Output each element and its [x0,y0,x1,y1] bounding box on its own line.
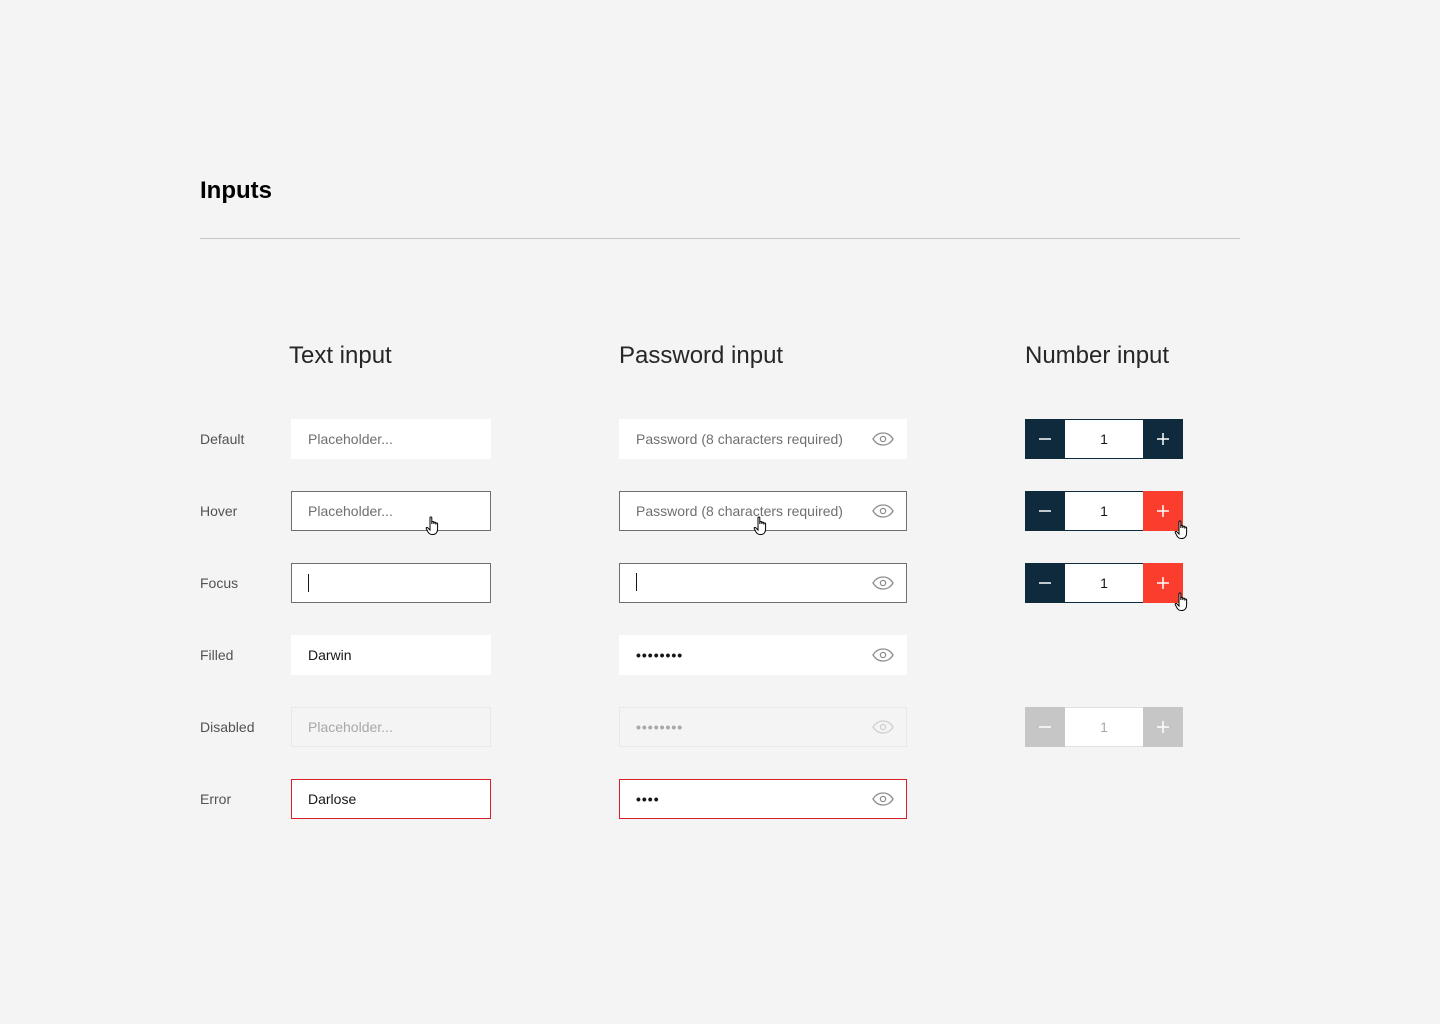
text-input-disabled: Placeholder... [291,707,491,747]
increment-button [1143,707,1183,747]
decrement-button [1025,707,1065,747]
row-label-disabled: Disabled [200,719,255,735]
eye-icon[interactable] [872,788,894,810]
title-divider [200,238,1240,239]
plus-icon [1157,577,1169,589]
number-input-value[interactable]: 1 [1065,563,1143,603]
text-input-filled[interactable]: Darwin [291,635,491,675]
password-input-masked-value: •••• [636,791,660,807]
row-label-error: Error [200,791,232,807]
text-input-hover[interactable]: Placeholder... [291,491,491,531]
minus-icon [1039,582,1051,584]
decrement-button[interactable] [1025,563,1065,603]
password-input-placeholder: Password (8 characters required) [636,431,843,447]
number-input-hover: 1 [1025,491,1183,531]
eye-icon[interactable] [872,644,894,666]
row-label-default: Default [200,431,245,447]
password-input-disabled: •••••••• [619,707,907,747]
eye-icon[interactable] [872,500,894,522]
password-input-placeholder: Password (8 characters required) [636,503,843,519]
minus-icon [1039,726,1051,728]
plus-icon [1157,721,1169,733]
password-input-masked-value: •••••••• [636,647,684,663]
hand-pointer-cursor-icon [1174,592,1188,611]
column-heading-password-input: Password input [619,342,784,369]
text-input-placeholder: Placeholder... [308,719,393,735]
hand-pointer-cursor-icon [753,516,767,535]
column-heading-text-input: Text input [289,342,392,369]
text-input-placeholder: Placeholder... [308,503,393,519]
number-input-disabled: 1 [1025,707,1183,747]
text-cursor-caret [308,574,309,592]
password-input-default[interactable]: Password (8 characters required) [619,419,907,459]
number-input-value[interactable]: 1 [1065,491,1143,531]
number-input-value[interactable]: 1 [1065,419,1143,459]
number-input-value: 1 [1065,707,1143,747]
decrement-button[interactable] [1025,419,1065,459]
row-label-focus: Focus [200,575,239,591]
row-label-filled: Filled [200,647,234,663]
minus-icon [1039,438,1051,440]
text-input-placeholder: Placeholder... [308,431,393,447]
minus-icon [1039,510,1051,512]
text-input-error[interactable]: Darlose [291,779,491,819]
column-heading-number-input: Number input [1025,342,1170,369]
hand-pointer-cursor-icon [425,516,439,535]
password-input-error[interactable]: •••• [619,779,907,819]
increment-button[interactable] [1143,419,1183,459]
page-title: Inputs [200,177,272,204]
hand-pointer-cursor-icon [1174,520,1188,539]
plus-icon [1157,505,1169,517]
text-input-default[interactable]: Placeholder... [291,419,491,459]
eye-icon [872,716,894,738]
number-input-default: 1 [1025,419,1183,459]
eye-icon[interactable] [872,572,894,594]
plus-icon [1157,433,1169,445]
row-label-hover: Hover [200,503,238,519]
eye-icon[interactable] [872,428,894,450]
text-input-value: Darwin [308,647,352,663]
password-input-filled[interactable]: •••••••• [619,635,907,675]
number-input-focus: 1 [1025,563,1183,603]
text-cursor-caret [636,572,637,591]
password-input-focus[interactable] [619,563,907,603]
text-input-value: Darlose [308,791,357,807]
text-input-focus[interactable] [291,563,491,603]
decrement-button[interactable] [1025,491,1065,531]
password-input-masked-value: •••••••• [636,719,684,735]
